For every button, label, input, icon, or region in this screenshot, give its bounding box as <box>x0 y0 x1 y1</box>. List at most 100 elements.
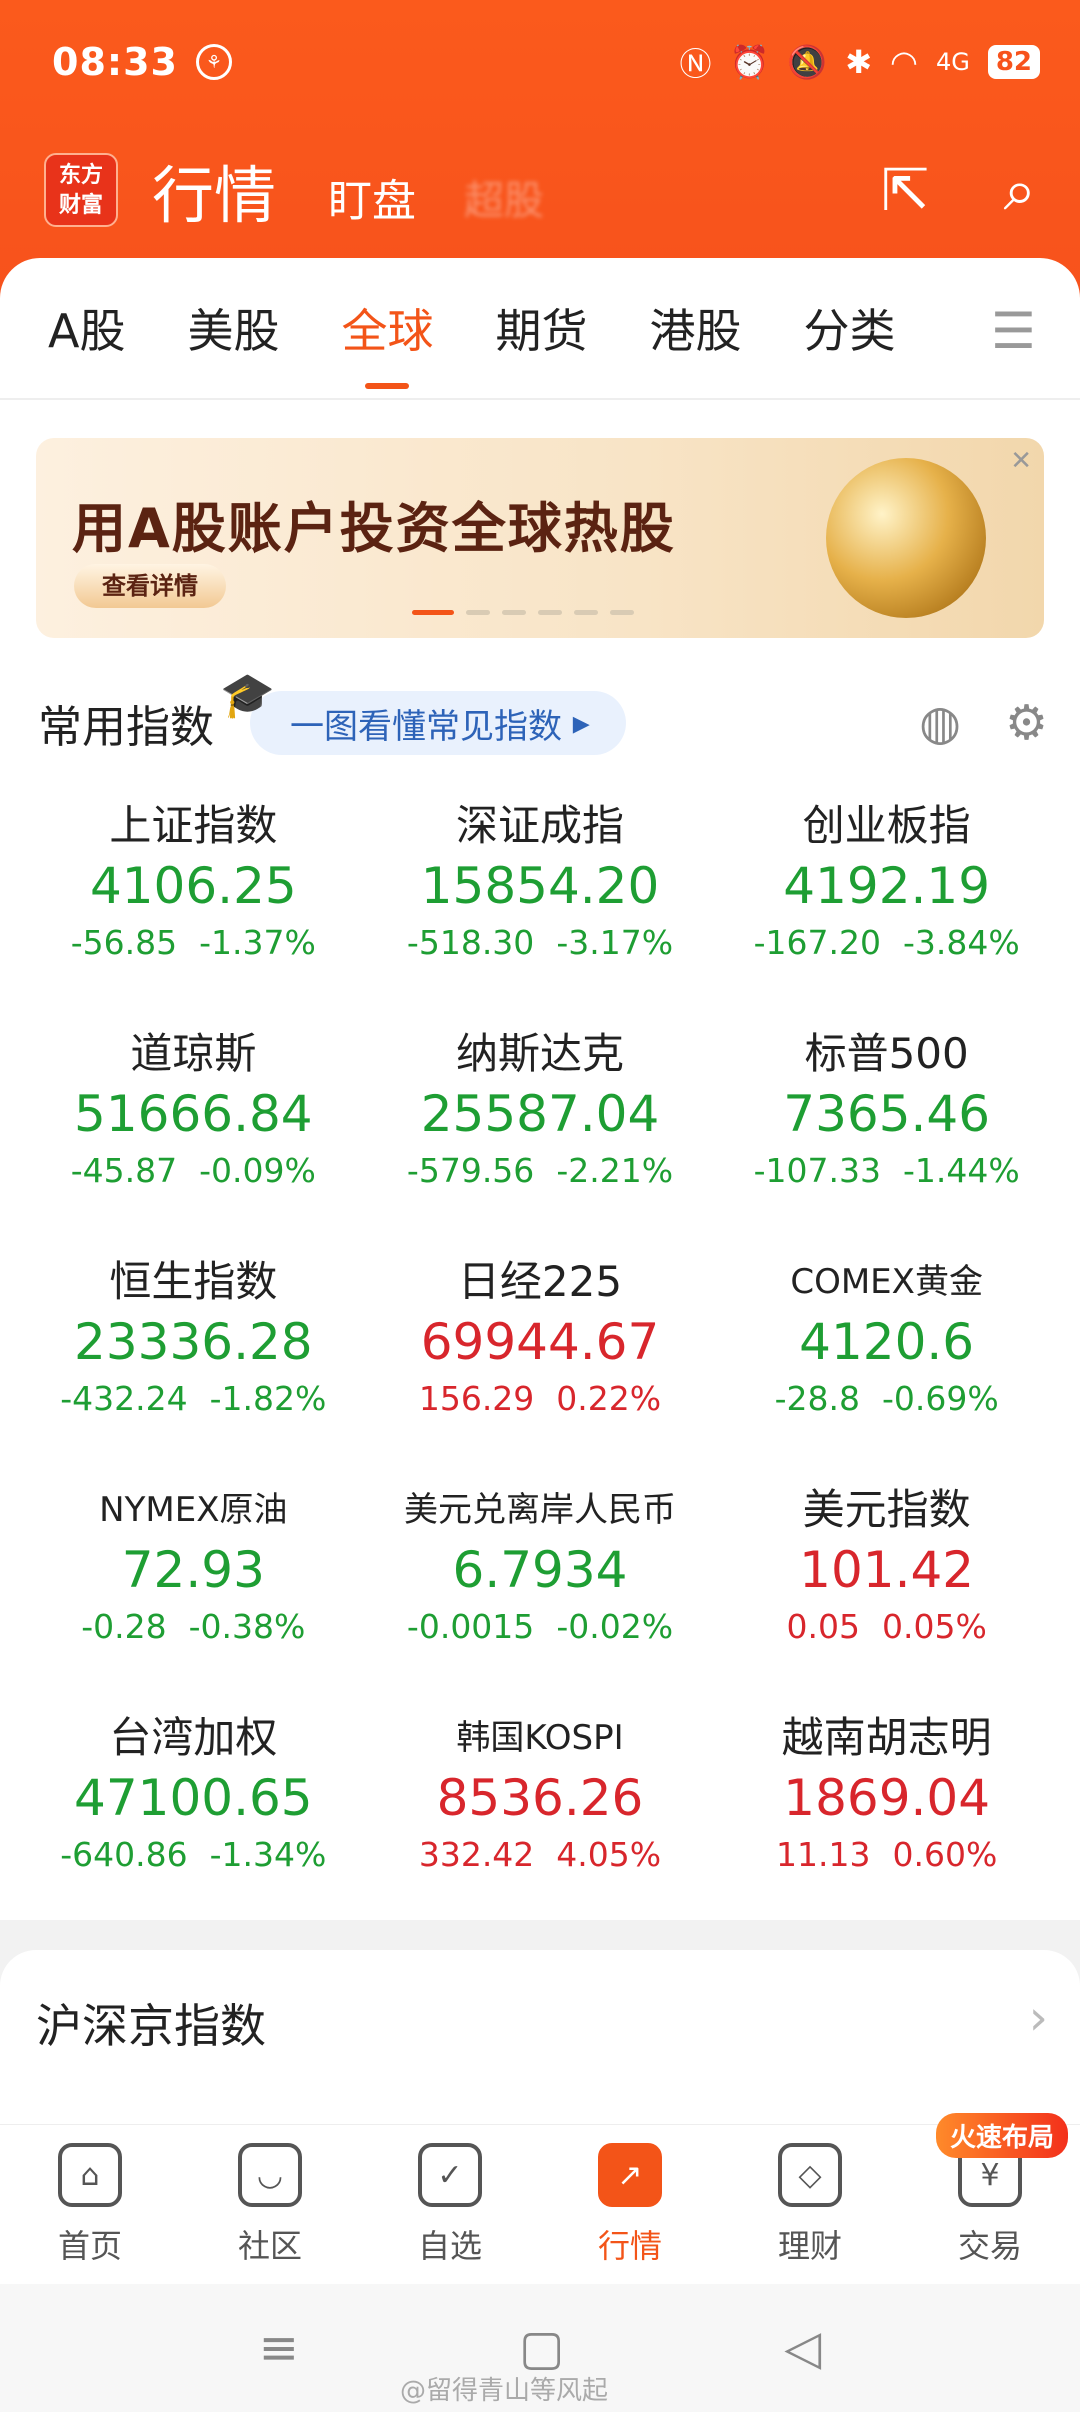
index-cell[interactable]: 创业板指 4192.19 -167.20 -3.84% <box>713 798 1060 976</box>
index-change: -579.56 -2.21% <box>367 1146 714 1196</box>
index-price: 72.93 <box>121 1541 265 1599</box>
section-title: 常用指数 <box>38 702 214 753</box>
market-icon: ↗ <box>598 2143 662 2207</box>
status-bar: 08:33 ⚘ Ⓝ ⏰ 🔕 ✱ ◠ 4G 82 <box>52 30 1040 94</box>
app-logo: 东方 财富 <box>44 153 118 227</box>
index-cell[interactable]: 日经225 69944.67 156.29 0.22% <box>367 1254 714 1432</box>
common-indices-header: 常用指数 一图看懂常见指数 ▸ ◍ ⚙ <box>38 669 1048 768</box>
status-icons: Ⓝ ⏰ 🔕 ✱ ◠ 4G 82 <box>680 39 1040 85</box>
index-change-value: 11.13 <box>775 1835 871 1874</box>
index-cell[interactable]: 上证指数 4106.25 -56.85 -1.37% <box>20 798 367 976</box>
index-name: 上证指数 <box>109 801 278 850</box>
bluetooth-icon: ✱ <box>845 43 873 81</box>
signal-icon: 4G <box>935 48 970 76</box>
watermark: @留得青山等风起 <box>400 2376 609 2406</box>
banner-headline: 用A股账户投资全球热股 <box>72 497 676 560</box>
tab-hk-stock[interactable]: 港股 <box>649 295 741 361</box>
tab-global[interactable]: 全球 <box>341 295 433 361</box>
tab-a-share[interactable]: A股 <box>48 295 125 361</box>
index-cell[interactable]: COMEX黄金 4120.6 -28.8 -0.69% <box>713 1254 1060 1432</box>
index-cell[interactable]: 恒生指数 23336.28 -432.24 -1.82% <box>20 1254 367 1432</box>
index-change-pct: -1.37% <box>199 923 316 962</box>
index-change-value: -432.24 <box>60 1379 188 1418</box>
globe-toggle-icon[interactable]: ◍ <box>919 695 961 751</box>
index-price: 7365.46 <box>783 1085 991 1143</box>
index-cell[interactable]: 韩国KOSPI 8536.26 332.42 4.05% <box>367 1710 714 1888</box>
index-cell[interactable]: 美元指数 101.42 0.05 0.05% <box>713 1482 1060 1660</box>
home-button-icon[interactable]: ▢ <box>519 2320 564 2376</box>
tab-hidden[interactable]: 超股 <box>464 168 544 226</box>
index-change: 0.05 0.05% <box>713 1602 1060 1652</box>
index-name: 美元指数 <box>802 1485 971 1534</box>
index-change: -640.86 -1.34% <box>20 1830 367 1880</box>
close-icon[interactable]: ✕ <box>1010 446 1032 476</box>
index-name: COMEX黄金 <box>790 1262 983 1302</box>
chevron-right-icon[interactable]: › <box>1029 1990 1048 2046</box>
index-cell[interactable]: NYMEX原油 72.93 -0.28 -0.38% <box>20 1482 367 1660</box>
tab-us-stock[interactable]: 美股 <box>187 295 279 361</box>
index-guide-link[interactable]: 一图看懂常见指数 ▸ <box>220 669 626 755</box>
tab-futures[interactable]: 期货 <box>495 295 587 361</box>
index-cell[interactable]: 道琼斯 51666.84 -45.87 -0.09% <box>20 1026 367 1204</box>
index-change: -167.20 -3.84% <box>713 918 1060 968</box>
index-name: 深证成指 <box>455 801 624 850</box>
index-price: 69944.67 <box>420 1313 660 1371</box>
shsz-indices-section[interactable]: 沪深京指数 › <box>0 1950 1080 2150</box>
index-price: 23336.28 <box>74 1313 313 1371</box>
nav-home[interactable]: ⌂ 首页 <box>0 2125 180 2284</box>
nav-wealth[interactable]: ◇ 理财 <box>720 2125 900 2284</box>
index-change-pct: -0.02% <box>556 1607 674 1646</box>
index-cell[interactable]: 标普500 7365.46 -107.33 -1.44% <box>713 1026 1060 1204</box>
tab-market[interactable]: 行情 <box>152 145 276 235</box>
menu-icon[interactable]: ☰ <box>991 302 1036 360</box>
index-name: 日经225 <box>457 1257 623 1306</box>
index-price: 6.7934 <box>452 1541 628 1599</box>
index-name: 道琼斯 <box>130 1029 257 1078</box>
index-cell[interactable]: 纳斯达克 25587.04 -579.56 -2.21% <box>367 1026 714 1204</box>
index-change-pct: -0.09% <box>199 1151 316 1190</box>
index-change-value: -518.30 <box>406 923 535 962</box>
back-icon[interactable]: ◁ <box>784 2320 821 2376</box>
wealth-icon: ◇ <box>778 2143 842 2207</box>
status-time: 08:33 <box>52 40 178 84</box>
index-price: 8536.26 <box>436 1769 644 1827</box>
index-change-value: -0.0015 <box>406 1607 535 1646</box>
nav-trade[interactable]: ¥ 交易 火速布局 <box>900 2113 1080 2284</box>
index-price: 15854.20 <box>420 857 660 915</box>
community-icon: ◡ <box>238 2143 302 2207</box>
share-icon[interactable]: ⇱ <box>881 156 930 225</box>
index-change-value: 332.42 <box>418 1835 535 1874</box>
carousel-dot <box>412 610 454 615</box>
nav-community[interactable]: ◡ 社区 <box>180 2125 360 2284</box>
promo-banner[interactable]: 用A股账户投资全球热股 查看详情 ✕ <box>36 438 1044 638</box>
index-price: 1869.04 <box>783 1769 991 1827</box>
notification-app-icon: ⚘ <box>195 44 232 80</box>
wifi-icon: ◠ <box>890 43 918 81</box>
index-price: 25587.04 <box>420 1085 660 1143</box>
index-change-pct: -3.84% <box>902 923 1020 962</box>
banner-cta-button[interactable]: 查看详情 <box>74 564 226 608</box>
index-cell[interactable]: 越南胡志明 1869.04 11.13 0.60% <box>713 1710 1060 1888</box>
settings-icon[interactable]: ⚙ <box>1005 695 1048 751</box>
index-change-pct: 4.05% <box>556 1835 662 1874</box>
menu-icon[interactable]: ≡ <box>259 2320 299 2376</box>
index-change-value: -56.85 <box>70 923 178 962</box>
search-icon[interactable]: ⌕ <box>1004 156 1036 225</box>
watchlist-icon: ✓ <box>418 2143 482 2207</box>
nav-market[interactable]: ↗ 行情 <box>540 2125 720 2284</box>
index-cell[interactable]: 台湾加权 47100.65 -640.86 -1.34% <box>20 1710 367 1888</box>
carousel-dot <box>610 610 634 615</box>
index-change-value: -28.8 <box>774 1379 860 1418</box>
index-change-pct: -1.82% <box>209 1379 327 1418</box>
index-change: -56.85 -1.37% <box>20 918 367 968</box>
index-change: -0.0015 -0.02% <box>367 1602 714 1652</box>
index-change-pct: -3.17% <box>556 923 674 962</box>
nav-watchlist[interactable]: ✓ 自选 <box>360 2125 540 2284</box>
index-price: 4106.25 <box>89 857 297 915</box>
index-cell[interactable]: 深证成指 15854.20 -518.30 -3.17% <box>367 798 714 976</box>
index-name: NYMEX原油 <box>99 1490 288 1530</box>
tab-category[interactable]: 分类 <box>803 295 895 361</box>
tab-watch[interactable]: 盯盘 <box>328 165 416 229</box>
index-cell[interactable]: 美元兑离岸人民币 6.7934 -0.0015 -0.02% <box>367 1482 714 1660</box>
carousel-dot <box>574 610 598 615</box>
